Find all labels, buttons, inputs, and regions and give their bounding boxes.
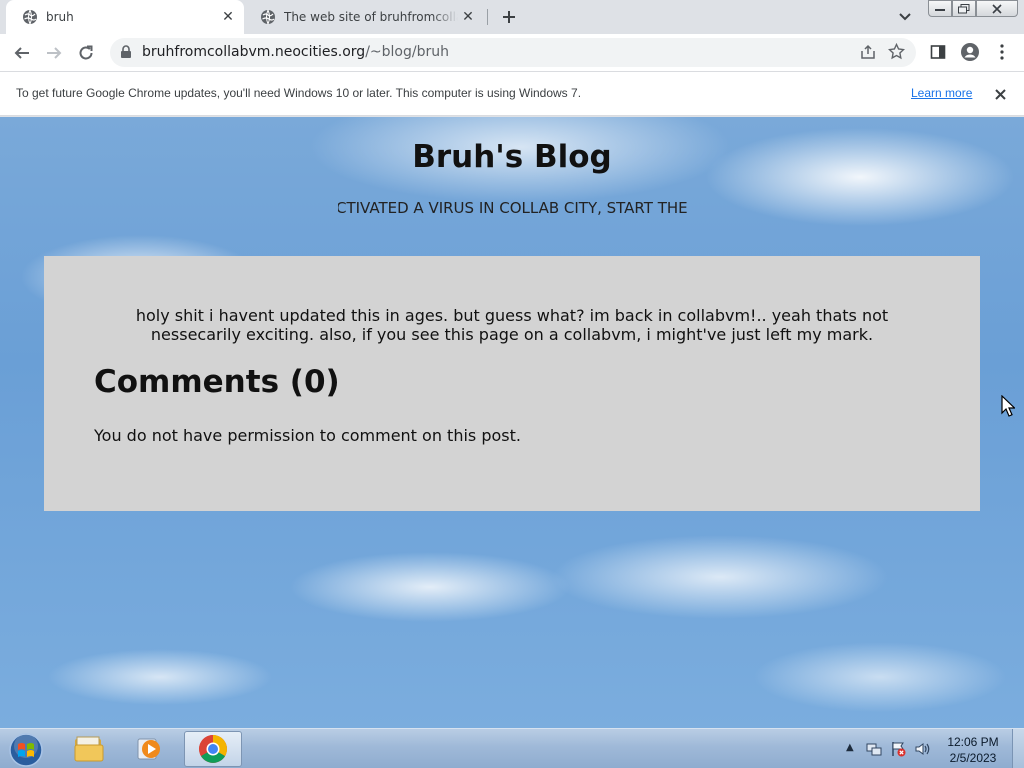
start-button[interactable] bbox=[6, 731, 46, 768]
share-icon[interactable] bbox=[860, 44, 876, 60]
url-host: bruhfromcollabvm.neocities.org bbox=[142, 44, 366, 60]
plus-icon bbox=[503, 11, 515, 23]
chrome-icon bbox=[199, 735, 227, 763]
web-page: Bruh's Blog ACTIVATED A VIRUS IN COLLAB … bbox=[0, 117, 1024, 728]
tab-close-icon[interactable]: ✕ bbox=[218, 7, 238, 27]
tab-title: The web site of bruhfromcollabvm bbox=[284, 10, 458, 24]
tab-separator bbox=[487, 9, 488, 25]
update-infobar: To get future Google Chrome updates, you… bbox=[0, 71, 1024, 116]
reload-icon bbox=[79, 45, 93, 60]
folder-icon bbox=[74, 736, 104, 762]
marquee: ACTIVATED A VIRUS IN COLLAB CITY, START … bbox=[338, 199, 688, 223]
close-icon bbox=[992, 3, 1002, 14]
star-icon[interactable] bbox=[888, 43, 905, 60]
window-close-button[interactable] bbox=[976, 0, 1018, 17]
side-panel-icon bbox=[930, 45, 946, 59]
media-player-icon bbox=[137, 738, 160, 760]
show-hidden-icons-button[interactable]: ▲ bbox=[846, 742, 854, 753]
network-icon[interactable] bbox=[866, 741, 882, 757]
url-path: /~blog/bruh bbox=[365, 44, 449, 60]
taskbar: ▲ 12:06 PM 2/5/2023 bbox=[0, 728, 1024, 768]
post-body: holy shit i havent updated this in ages.… bbox=[135, 306, 889, 344]
restore-button[interactable] bbox=[952, 0, 976, 17]
tab-close-icon[interactable]: ✕ bbox=[458, 7, 478, 27]
menu-button[interactable] bbox=[990, 40, 1014, 64]
arrow-left-icon bbox=[14, 47, 29, 59]
profile-button[interactable] bbox=[958, 40, 982, 64]
reload-button[interactable] bbox=[72, 39, 100, 67]
back-button[interactable] bbox=[8, 39, 36, 67]
clock-date: 2/5/2023 bbox=[949, 751, 997, 765]
tab-website[interactable]: The web site of bruhfromcollabvm ✕ bbox=[244, 0, 484, 34]
minimize-button[interactable] bbox=[928, 0, 952, 17]
volume-icon[interactable] bbox=[914, 741, 930, 757]
blog-title: Bruh's Blog bbox=[412, 139, 612, 175]
globe-icon bbox=[23, 9, 37, 25]
comments-permission-note: You do not have permission to comment on… bbox=[94, 426, 521, 445]
windows-orb-icon bbox=[9, 733, 43, 767]
close-icon bbox=[994, 88, 1006, 100]
post-container: holy shit i havent updated this in ages.… bbox=[44, 256, 980, 511]
address-bar[interactable]: bruhfromcollabvm.neocities.org/~blog/bru… bbox=[110, 38, 916, 67]
marquee-text: ACTIVATED A VIRUS IN COLLAB CITY, START … bbox=[338, 199, 688, 217]
tab-bruh[interactable]: bruh ✕ bbox=[6, 0, 244, 34]
minimize-icon bbox=[935, 8, 945, 11]
browser-toolbar: bruhfromcollabvm.neocities.org/~blog/bru… bbox=[0, 34, 1024, 71]
action-center-flag-icon[interactable] bbox=[890, 741, 906, 757]
tab-strip: bruh ✕ The web site of bruhfromcollabvm … bbox=[0, 0, 1024, 34]
arrow-right-icon bbox=[47, 47, 62, 59]
new-tab-button[interactable] bbox=[498, 6, 520, 28]
comments-heading: Comments (0) bbox=[94, 364, 340, 400]
tab-search-button[interactable] bbox=[895, 7, 915, 27]
clock-time: 12:06 PM bbox=[947, 735, 999, 749]
lock-icon[interactable] bbox=[120, 45, 132, 59]
chevron-down-icon bbox=[899, 13, 911, 21]
globe-icon bbox=[261, 9, 275, 25]
learn-more-link[interactable]: Learn more bbox=[911, 86, 972, 100]
file-explorer-taskbar-button[interactable] bbox=[60, 731, 118, 767]
restore-icon bbox=[958, 3, 970, 13]
infobar-close-button[interactable] bbox=[990, 84, 1010, 104]
avatar-icon bbox=[961, 43, 979, 61]
more-vert-icon bbox=[1000, 44, 1004, 60]
url-text[interactable]: bruhfromcollabvm.neocities.org/~blog/bru… bbox=[142, 44, 449, 60]
side-panel-button[interactable] bbox=[926, 40, 950, 64]
chrome-taskbar-button[interactable] bbox=[184, 731, 242, 767]
tab-title: bruh bbox=[46, 10, 74, 24]
forward-button[interactable] bbox=[40, 39, 68, 67]
show-desktop-button[interactable] bbox=[1012, 729, 1024, 768]
system-clock[interactable]: 12:06 PM 2/5/2023 bbox=[940, 734, 1006, 766]
infobar-message: To get future Google Chrome updates, you… bbox=[16, 86, 582, 100]
media-player-taskbar-button[interactable] bbox=[120, 731, 178, 767]
mouse-cursor-icon bbox=[1001, 395, 1015, 417]
